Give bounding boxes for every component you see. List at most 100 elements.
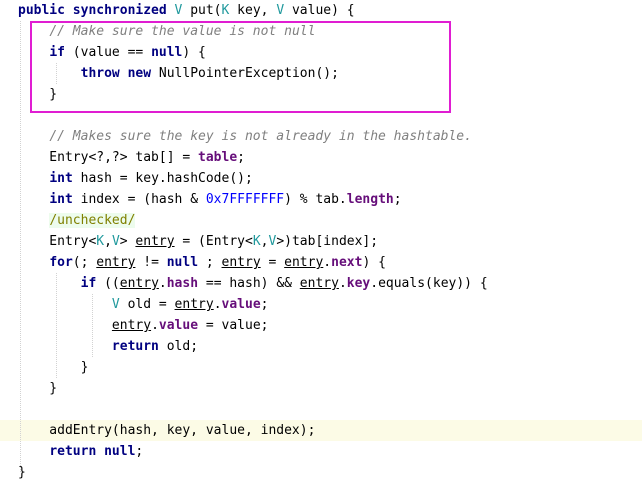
code-token: . <box>158 276 167 291</box>
code-token: entry <box>111 318 152 333</box>
code-editor[interactable]: public synchronized V put( K key, V value… <box>0 0 642 494</box>
code-token: length <box>346 192 394 207</box>
code-token: } <box>18 381 58 396</box>
code-line[interactable]: public synchronized V put(K key, V value… <box>0 0 642 21</box>
code-token: V <box>111 297 120 312</box>
code-token: == hash) && <box>198 276 300 291</box>
code-token: > <box>119 234 136 249</box>
code-line[interactable]: addEntry(hash, key, value, index); <box>0 420 642 441</box>
code-token: hash = key.hashCode(); <box>72 171 253 186</box>
code-token: , <box>104 234 112 249</box>
code-token: K <box>252 234 261 249</box>
code-token: entry <box>96 255 136 270</box>
code-token: ; <box>237 150 245 165</box>
code-token: entry <box>221 255 261 270</box>
code-token: int <box>49 171 73 186</box>
code-line[interactable]: if ((entry.hash == hash) && entry.key.eq… <box>0 273 642 294</box>
code-line[interactable]: Entry<?,?> tab[] = table; <box>0 147 642 168</box>
code-token: next <box>331 255 363 270</box>
code-line[interactable]: } <box>0 462 642 483</box>
code-token: . <box>151 318 159 333</box>
code-token: ; <box>135 444 144 459</box>
code-token: = (Entry< <box>174 234 253 249</box>
code-token: ) % tab. <box>284 192 347 207</box>
code-token: entry <box>299 276 339 291</box>
code-token: (( <box>96 276 120 291</box>
code-token: addEntry(hash, key, value, index); <box>18 423 316 438</box>
code-line[interactable]: Entry<K,V> entry = (Entry<K,V>)tab[index… <box>0 231 642 252</box>
code-token: int <box>49 192 73 207</box>
code-token: hash <box>166 276 199 291</box>
code-token: . <box>338 276 347 291</box>
code-token: ) { <box>362 255 386 270</box>
code-token: . <box>323 255 332 270</box>
code-line[interactable]: for(; entry != null ; entry = entry.next… <box>0 252 642 273</box>
indent-guide <box>56 273 57 378</box>
code-token: entry <box>135 234 175 249</box>
code-token: return null <box>49 444 136 459</box>
code-token: Entry<?,?> tab[] = <box>18 150 199 165</box>
code-line[interactable]: return old; <box>0 336 642 357</box>
code-line[interactable]: /unchecked/ <box>0 210 642 231</box>
code-token: . <box>213 297 222 312</box>
code-line[interactable]: return null; <box>0 441 642 462</box>
code-token: .equals(key)) { <box>370 276 488 291</box>
indent-guide <box>20 21 21 472</box>
code-token: ; <box>393 192 402 207</box>
code-token: (; <box>72 255 97 270</box>
code-token: key <box>346 276 371 291</box>
code-line[interactable]: } <box>0 378 642 399</box>
code-token: value <box>158 318 199 333</box>
code-token: value) { <box>284 3 355 18</box>
code-token: ; <box>198 255 222 270</box>
code-token: old; <box>158 339 199 354</box>
indent-guide <box>92 294 93 357</box>
code-token: ; <box>260 297 269 312</box>
code-token: = value; <box>198 318 269 333</box>
code-token: key, <box>229 3 277 18</box>
code-token: public synchronized <box>18 3 167 18</box>
code-token: entry <box>119 276 159 291</box>
code-token: for <box>49 255 73 270</box>
code-token: return <box>111 339 159 354</box>
code-line[interactable] <box>0 399 642 420</box>
code-token: index = (hash & <box>72 192 206 207</box>
code-token: 0x7FFFFFFF <box>205 192 285 207</box>
code-token: V <box>276 3 285 18</box>
code-token: value <box>221 297 261 312</box>
code-token: /unchecked/ <box>49 213 136 228</box>
code-token: } <box>18 360 89 375</box>
code-line[interactable]: int index = (hash & 0x7FFFFFFF) % tab.le… <box>0 189 642 210</box>
code-line[interactable]: V old = entry.value; <box>0 294 642 315</box>
code-token: V <box>111 234 120 249</box>
code-line[interactable]: entry.value = value; <box>0 315 642 336</box>
code-token: K <box>96 234 105 249</box>
code-line[interactable]: int hash = key.hashCode(); <box>0 168 642 189</box>
code-line[interactable]: } <box>0 357 642 378</box>
code-token: null <box>166 255 199 270</box>
code-token: = <box>260 255 285 270</box>
code-token: if <box>80 276 97 291</box>
code-token: != <box>135 255 167 270</box>
code-token: entry <box>284 255 324 270</box>
code-token: >)tab[index]; <box>276 234 379 249</box>
code-token: put( <box>182 3 222 18</box>
code-token: , <box>260 234 269 249</box>
code-line[interactable]: // Makes sure the key is not already in … <box>0 126 642 147</box>
code-token: // Makes sure the key is not already in … <box>49 129 472 144</box>
code-token: Entry< <box>18 234 97 249</box>
highlight-box <box>30 21 451 113</box>
code-token: table <box>198 150 238 165</box>
code-token: entry <box>174 297 214 312</box>
